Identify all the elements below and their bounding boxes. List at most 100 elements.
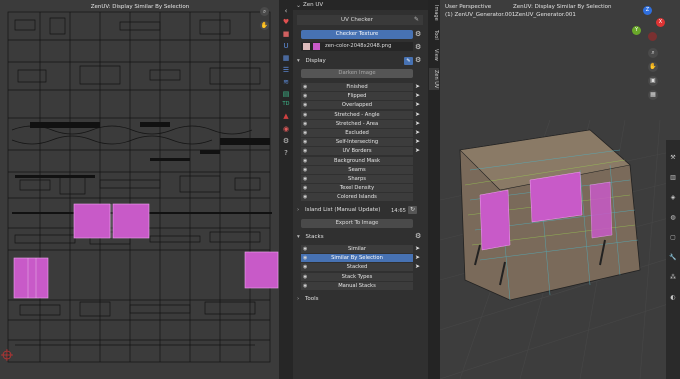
layers-icon[interactable]: ≋ [281, 77, 291, 87]
physics-icon[interactable]: ◐ [668, 294, 678, 301]
cursor-icon[interactable]: ➤ [415, 101, 420, 109]
cursor-icon[interactable]: ➤ [415, 254, 420, 262]
eye-icon[interactable]: ◉ [303, 157, 307, 165]
tab-zen-uv[interactable]: Zen UV [429, 68, 439, 90]
cursor-icon[interactable]: ➤ [415, 111, 420, 119]
eye-icon[interactable]: ◉ [303, 193, 307, 201]
tab-view[interactable]: View [429, 48, 439, 62]
display-item[interactable]: ◉ UV Borders ➤ [301, 147, 420, 156]
chevron-right-icon[interactable]: › [297, 296, 299, 302]
gizmo-neg-x[interactable] [648, 32, 657, 41]
zoom-icon[interactable]: ⌕ [260, 7, 269, 16]
display-item[interactable]: ◉ Sharps [301, 175, 413, 183]
gear-icon[interactable]: ⚙ [415, 30, 421, 38]
checker-texture-button[interactable]: Checker Texture [301, 30, 413, 39]
display-item[interactable]: ◉ Finished ➤ [301, 83, 420, 91]
stack-item[interactable]: ◉ Manual Stacks [301, 281, 413, 290]
export-to-image-button[interactable]: Export To Image [301, 219, 413, 228]
td-icon[interactable]: TD [281, 99, 291, 109]
eye-icon[interactable]: ◉ [303, 120, 307, 128]
eye-icon[interactable]: ◉ [303, 175, 307, 183]
refresh-icon[interactable]: ↻ [408, 206, 417, 214]
target-icon[interactable]: ◉ [281, 124, 291, 134]
display-item[interactable]: ◉ Flipped ➤ [301, 92, 420, 101]
eye-icon[interactable]: ◉ [303, 111, 307, 119]
cursor-icon[interactable]: ➤ [415, 245, 420, 253]
display-item[interactable]: ◉ Stretched - Area ➤ [301, 119, 420, 128]
eye-icon[interactable]: ◉ [303, 273, 307, 281]
display-item[interactable]: ◉ Overlapped ➤ [301, 101, 420, 110]
cursor-icon[interactable]: ➤ [415, 129, 420, 137]
chevron-down-icon[interactable]: ▾ [297, 58, 300, 64]
navigation-gizmo[interactable]: Z X Y [628, 6, 668, 46]
camera-icon[interactable]: ▣ [648, 76, 658, 86]
eye-icon[interactable]: ◉ [303, 263, 307, 271]
tool-icon[interactable]: ⚒ [668, 154, 678, 161]
paint-icon[interactable]: ▲ [281, 111, 291, 121]
eye-icon[interactable]: ◉ [303, 254, 307, 262]
gear-icon[interactable]: ⚙ [415, 56, 421, 64]
chevron-down-icon[interactable]: ⌄ [296, 2, 301, 9]
gear-icon[interactable]: ⚙ [415, 232, 421, 240]
object-icon[interactable]: ▢ [668, 234, 678, 241]
modifier-icon[interactable]: 🔧 [668, 254, 678, 261]
cursor-icon[interactable]: ➤ [415, 92, 420, 100]
display-item[interactable]: ◉ Self-Intersecting ➤ [301, 138, 420, 147]
stack-item[interactable]: ◉ Similar By Selection ➤ [301, 254, 420, 263]
display-item[interactable]: ◉ Stretched - Angle ➤ [301, 110, 420, 119]
hand-icon[interactable]: ✋ [260, 21, 269, 30]
display-item[interactable]: ◉ Seams [301, 165, 413, 174]
particles-icon[interactable]: ⁂ [668, 274, 678, 281]
grid-icon[interactable]: ▦ [281, 53, 291, 63]
3d-viewport[interactable]: User Perspective (1) ZenUV_Generator.001… [440, 0, 680, 379]
gear-icon[interactable]: ⚙ [415, 43, 421, 51]
cube-icon[interactable]: ■ [281, 29, 291, 39]
help-icon[interactable]: ? [281, 148, 291, 158]
grid-icon[interactable]: ▦ [648, 90, 658, 100]
list-icon[interactable]: ☰ [281, 65, 291, 75]
display-item[interactable]: ◉ Colored Islands [301, 193, 413, 202]
image-selector[interactable]: zen-color-2048x2048.png [301, 42, 413, 51]
tab-tool[interactable]: Tool [429, 28, 439, 42]
tab-image[interactable]: Image [429, 4, 439, 22]
eye-icon[interactable]: ◉ [303, 101, 307, 109]
collapse-icon[interactable]: ‹ [281, 6, 291, 16]
stack-item[interactable]: ◉ Stacked ➤ [301, 263, 420, 272]
heart-icon[interactable]: ♥ [281, 17, 291, 27]
cursor-icon[interactable]: ➤ [415, 83, 420, 91]
gear-icon[interactable]: ⚙ [281, 136, 291, 146]
darken-image-button[interactable]: Darken Image [301, 69, 413, 78]
gizmo-z[interactable]: Z [643, 6, 652, 15]
display-item[interactable]: ◉ Excluded ➤ [301, 129, 420, 137]
tools-section[interactable]: › Tools [297, 294, 425, 304]
item-icon[interactable]: ▥ [668, 174, 678, 181]
eye-icon[interactable]: ◉ [303, 282, 307, 290]
gizmo-x[interactable]: X [656, 18, 665, 27]
eye-icon[interactable]: ◉ [303, 184, 307, 192]
display-item[interactable]: ◉ Texel Density [301, 184, 413, 193]
cursor-icon[interactable]: ➤ [415, 138, 420, 146]
scene-icon[interactable]: ◈ [668, 194, 678, 201]
cursor-icon[interactable]: ➤ [415, 263, 420, 271]
chevron-down-icon[interactable]: ▾ [297, 234, 300, 240]
zoom-icon[interactable]: ⌕ [648, 48, 658, 58]
eye-icon[interactable]: ◉ [303, 166, 307, 174]
hand-icon[interactable]: ✋ [648, 62, 658, 72]
world-icon[interactable]: ◍ [668, 214, 678, 221]
uv-canvas[interactable] [0, 0, 279, 379]
display-item[interactable]: ◉ Background Mask [301, 156, 413, 165]
eye-icon[interactable]: ◉ [303, 138, 307, 146]
cursor-icon[interactable]: ➤ [415, 120, 420, 128]
chevron-right-icon[interactable]: › [297, 207, 299, 213]
eye-icon[interactable]: ◉ [303, 245, 307, 253]
cursor-icon[interactable]: ➤ [415, 147, 420, 155]
uv-icon[interactable]: U [281, 41, 291, 51]
eye-icon[interactable]: ◉ [303, 147, 307, 155]
stack-item[interactable]: ◉ Similar ➤ [301, 245, 420, 253]
stack-icon[interactable]: ▤ [281, 89, 291, 99]
uv-checker-header[interactable]: UV Checker ✎ [297, 15, 423, 25]
eye-icon[interactable]: ◉ [303, 129, 307, 137]
eye-icon[interactable]: ◉ [303, 83, 307, 91]
pin-icon[interactable]: ✎ [414, 16, 419, 23]
uv-editor[interactable]: ZenUV: Display Similar By Selection ⌕ ✋ [0, 0, 279, 379]
